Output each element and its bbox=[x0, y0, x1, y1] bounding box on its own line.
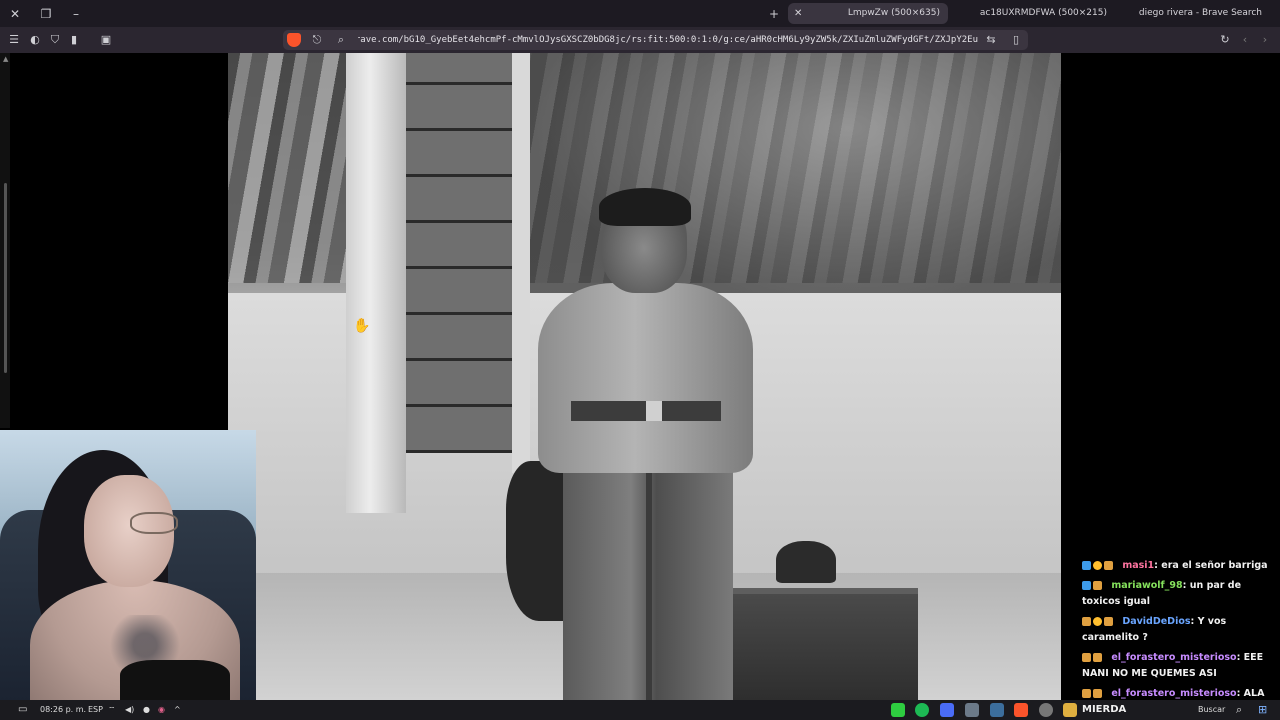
page-scrollbar[interactable]: ▲ bbox=[0, 53, 10, 428]
badge-icon bbox=[1093, 561, 1102, 570]
language-indicator[interactable]: ESP bbox=[88, 703, 103, 717]
tab-label: ac18UXRMDFWA (500×215) bbox=[979, 8, 1107, 18]
taskbar-search-label[interactable]: Buscar bbox=[1198, 703, 1225, 717]
site-info-icon[interactable]: ⇆ bbox=[983, 32, 999, 48]
screen: ✕ ❐ – + ✕ LmpwZw (500×635) ac18UXRMDFWA … bbox=[0, 0, 1280, 720]
scrollbar-thumb[interactable] bbox=[4, 183, 7, 373]
search-icon[interactable]: ⌕ bbox=[1236, 703, 1242, 717]
chat-overflow-line: MIERDA bbox=[1082, 704, 1127, 715]
trouser-seam bbox=[646, 463, 652, 700]
search-icon[interactable]: ⌕ bbox=[333, 32, 349, 48]
badge-icon bbox=[1082, 581, 1091, 590]
chat-username[interactable]: masi1 bbox=[1122, 560, 1154, 571]
diego-rivera-photo: ✋ bbox=[228, 53, 1061, 700]
brave-shields-icon[interactable] bbox=[287, 33, 301, 47]
sidebar-toggle-icon[interactable]: ▮ bbox=[66, 32, 82, 48]
file-explorer-icon[interactable] bbox=[1063, 703, 1077, 717]
tab-label: diego rivera - Brave Search bbox=[1138, 8, 1262, 18]
badge-icon bbox=[1093, 689, 1102, 698]
notifications-icon[interactable]: ▭ bbox=[18, 703, 27, 717]
glasses bbox=[130, 512, 178, 534]
app-tray-icon[interactable]: ◉ bbox=[158, 703, 165, 717]
tab-label: LmpwZw (500×635) bbox=[847, 8, 940, 18]
chat-username[interactable]: el_forastero_misterioso bbox=[1111, 688, 1236, 699]
spotify-icon[interactable] bbox=[915, 703, 929, 717]
clock[interactable]: 08:26 p. m. bbox=[40, 703, 86, 717]
tray-expand-icon[interactable]: ^ bbox=[174, 703, 181, 717]
badge-icon bbox=[1082, 689, 1091, 698]
tab-search[interactable]: diego rivera - Brave Search bbox=[1120, 3, 1280, 24]
share-icon[interactable]: ⎋ bbox=[309, 32, 325, 48]
badge-icon bbox=[1104, 561, 1113, 570]
man-shirt bbox=[538, 283, 753, 473]
reload-icon[interactable]: ↻ bbox=[1217, 32, 1233, 48]
chat-username[interactable]: el_forastero_misterioso bbox=[1111, 652, 1236, 663]
chat-message: DavidDeDios: Y vos caramelito ? bbox=[1082, 614, 1280, 646]
microphone-icon[interactable]: ● bbox=[143, 703, 150, 717]
badge-icon bbox=[1104, 617, 1113, 626]
column bbox=[346, 53, 406, 513]
tab-active-image[interactable]: ✕ LmpwZw (500×635) bbox=[788, 3, 948, 24]
volume-icon[interactable]: ◀) bbox=[125, 703, 134, 717]
app-icon[interactable] bbox=[990, 703, 1004, 717]
back-icon[interactable]: › bbox=[1257, 32, 1273, 48]
barred-window bbox=[406, 53, 516, 453]
man-hair bbox=[599, 188, 691, 226]
browser-toolbar: ☰ ◐ ⛉ ▮ ▣ ⎋ ⌕ imgs.search.brave.com/bG10… bbox=[0, 27, 1280, 53]
badge-icon bbox=[1082, 561, 1091, 570]
chat-text: : era el señor barriga bbox=[1154, 560, 1268, 571]
belt-buckle bbox=[646, 401, 662, 421]
forward-icon[interactable]: ‹ bbox=[1237, 32, 1253, 48]
restore-window-icon[interactable]: ❐ bbox=[37, 5, 55, 23]
badge-icon bbox=[1082, 653, 1091, 662]
start-icon[interactable]: ⊞ bbox=[1258, 703, 1267, 717]
chat-message: mariawolf_98: un par de toxicos igual bbox=[1082, 578, 1280, 610]
terminal-icon[interactable] bbox=[891, 703, 905, 717]
close-window-icon[interactable]: ✕ bbox=[6, 5, 24, 23]
close-tab-icon[interactable]: ✕ bbox=[794, 3, 802, 24]
badge-icon bbox=[1093, 653, 1102, 662]
hat bbox=[776, 541, 836, 583]
webcam-overlay bbox=[0, 430, 256, 707]
wifi-icon[interactable]: ⌔ bbox=[108, 703, 116, 717]
chat-username[interactable]: mariawolf_98 bbox=[1111, 580, 1182, 591]
obs-icon[interactable] bbox=[1039, 703, 1053, 717]
bookmark-icon[interactable]: ▯ bbox=[1008, 32, 1024, 48]
menu-icon[interactable]: ☰ bbox=[6, 32, 22, 48]
url-text[interactable]: imgs.search.brave.com/bG10_GyebEet4ehcmP… bbox=[358, 30, 978, 50]
scroll-up-icon[interactable]: ▲ bbox=[3, 55, 8, 63]
badge-icon bbox=[1093, 581, 1102, 590]
brave-taskbar-icon[interactable] bbox=[1014, 703, 1028, 717]
chat-text: : ALA bbox=[1236, 688, 1265, 699]
minimize-window-icon[interactable]: – bbox=[67, 5, 85, 23]
tab-strip: ✕ ❐ – + ✕ LmpwZw (500×635) ac18UXRMDFWA … bbox=[0, 0, 1280, 27]
tab-image-2[interactable]: ac18UXRMDFWA (500×215) bbox=[955, 3, 1115, 24]
stream-chat: masi1: era el señor barriga mariawolf_98… bbox=[1082, 558, 1280, 720]
settings-icon[interactable] bbox=[965, 703, 979, 717]
leo-icon[interactable]: ◐ bbox=[27, 32, 43, 48]
window-frame bbox=[512, 53, 530, 473]
badge-icon bbox=[1082, 617, 1091, 626]
shield-icon[interactable]: ⛉ bbox=[47, 32, 63, 48]
badge-icon bbox=[1093, 617, 1102, 626]
chat-message: el_forastero_misterioso: EEE NANI NO ME … bbox=[1082, 650, 1280, 682]
chat-username[interactable]: DavidDeDios bbox=[1122, 616, 1190, 627]
taskbar: ▭ 08:26 p. m. ESP ⌔ ◀) ● ◉ ^ MIERDA Busc… bbox=[0, 700, 1280, 720]
mouse-cursor-icon: ✋ bbox=[353, 318, 371, 334]
address-bar[interactable]: ⎋ ⌕ imgs.search.brave.com/bG10_GyebEet4e… bbox=[283, 30, 1028, 50]
new-tab-icon[interactable]: + bbox=[765, 5, 783, 23]
chat-message: masi1: era el señor barriga bbox=[1082, 558, 1280, 574]
app-icon[interactable] bbox=[940, 703, 954, 717]
screenshot-icon[interactable]: ▣ bbox=[98, 32, 114, 48]
